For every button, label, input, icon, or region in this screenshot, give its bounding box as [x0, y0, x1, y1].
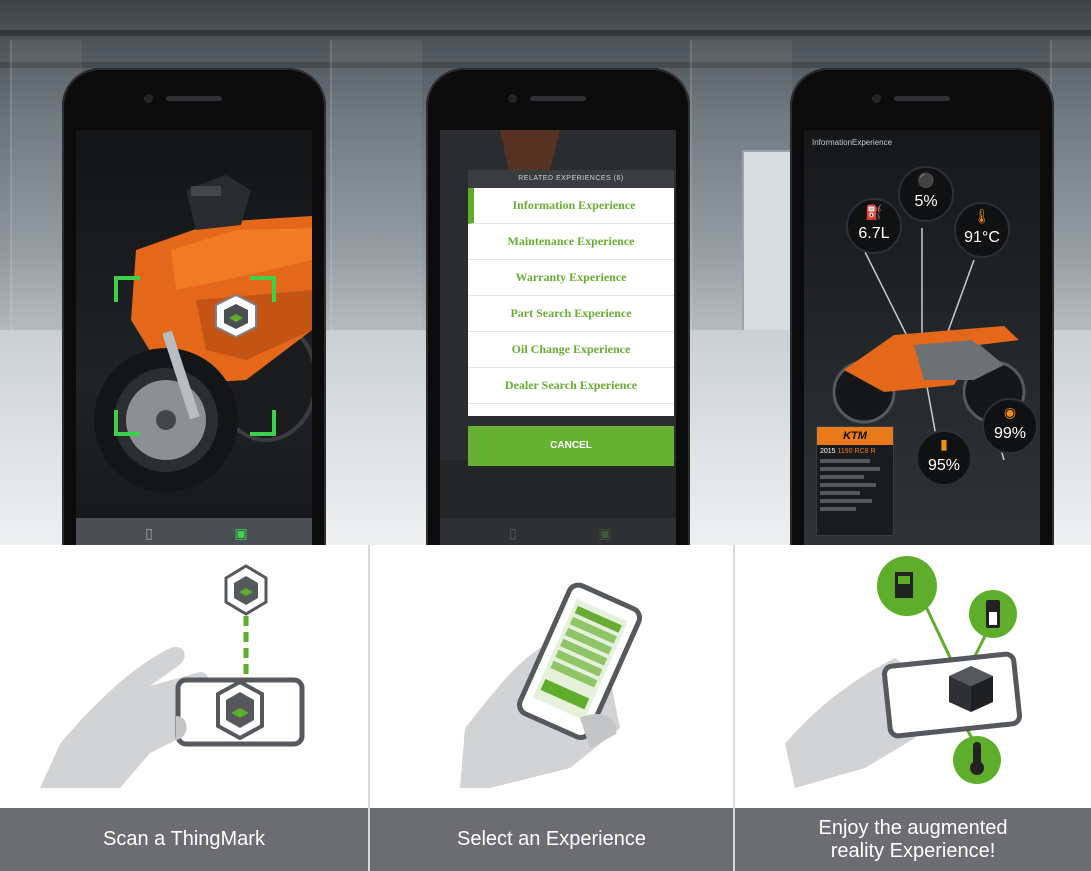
- thingmark-icon[interactable]: ▯: [140, 524, 158, 542]
- phone-camera: [872, 94, 881, 103]
- experience-item-part-search[interactable]: Part Search Experience: [468, 296, 674, 332]
- experience-item-oil-change[interactable]: Oil Change Experience: [468, 332, 674, 368]
- oil-can-icon: ⚫: [917, 172, 935, 188]
- model-heading: 2015 1190 RC8 R: [817, 445, 893, 455]
- wall-panel: [1050, 40, 1091, 340]
- fuel-pump-icon: ⛽: [865, 204, 883, 220]
- spec-line: [820, 467, 880, 471]
- model-name: 1190 RC8 R: [837, 448, 876, 455]
- spec-line: [820, 483, 876, 487]
- step-caption-select: Select an Experience: [370, 808, 733, 871]
- scan-bracket-bottom-left: [114, 410, 140, 436]
- battery-icon: ▮: [940, 436, 948, 452]
- model-info-card: KTM 2015 1190 RC8 R: [816, 426, 894, 536]
- model-year: 2015: [820, 448, 836, 455]
- motorcycle-image: [94, 175, 312, 492]
- fuel-value: 6.7L: [858, 225, 890, 242]
- dimmed-toolbar: ▯ ▣: [440, 518, 676, 545]
- scan-screen: ▯ ▣: [76, 130, 312, 545]
- brake-gauge: ◉ 99%: [982, 398, 1038, 454]
- hangar-door: [742, 150, 792, 334]
- phone-speaker: [166, 96, 222, 101]
- temperature-value: 91°C: [964, 229, 1000, 246]
- scan-bracket-bottom-right: [250, 410, 276, 436]
- select-screen: RELATED EXPERIENCES (6) Information Expe…: [440, 130, 676, 545]
- fuel-gauge: ⛽ 6.7L: [846, 198, 902, 254]
- cancel-button[interactable]: CANCEL: [468, 426, 674, 466]
- select-experience-illustration: [460, 582, 643, 788]
- experience-item-warranty[interactable]: Warranty Experience: [468, 260, 674, 296]
- scan-bracket-top-left: [114, 276, 140, 302]
- phone-camera: [144, 94, 153, 103]
- phone-speaker: [530, 96, 586, 101]
- showroom-scene: ▯ ▣ RELATED EXPERIENCES (6) Information …: [0, 0, 1091, 545]
- oil-gauge: ⚫ 5%: [898, 166, 954, 222]
- experience-list: Information Experience Maintenance Exper…: [468, 188, 674, 416]
- related-experiences-header: RELATED EXPERIENCES (6): [468, 170, 674, 188]
- spec-line: [820, 459, 870, 463]
- temperature-gauge: 🌡 91°C: [954, 202, 1010, 258]
- experience-item-maintenance[interactable]: Maintenance Experience: [468, 224, 674, 260]
- battery-value: 95%: [927, 457, 961, 474]
- spec-line: [820, 499, 872, 503]
- wall-panel: [330, 40, 422, 340]
- scan-icon: ▣: [598, 525, 612, 541]
- phone-information: InformationExperience ⛽ 6.7L ⚫ 5% 🌡 91°C…: [790, 68, 1054, 545]
- augmented-reality-promo: ▯ ▣ RELATED EXPERIENCES (6) Information …: [0, 0, 1091, 871]
- step-caption-enjoy: Enjoy the augmented reality Experience!: [735, 808, 1091, 871]
- scan-thingmark-illustration: [40, 564, 305, 788]
- brake-value: 99%: [993, 425, 1027, 442]
- battery-gauge: ▮ 95%: [916, 430, 972, 486]
- thermometer-icon: 🌡: [973, 208, 991, 224]
- experience-item-dealer-search[interactable]: Dealer Search Experience: [468, 368, 674, 404]
- oil-value: 5%: [914, 193, 938, 210]
- brand-logo: KTM: [817, 427, 893, 445]
- phone-speaker: [894, 96, 950, 101]
- thingmark-icon: ▯: [509, 525, 517, 541]
- step-caption-scan: Scan a ThingMark: [0, 808, 368, 871]
- information-screen: InformationExperience ⛽ 6.7L ⚫ 5% 🌡 91°C…: [804, 130, 1040, 545]
- augmented-reality-illustration: [785, 556, 1023, 788]
- scan-bracket-top-right: [250, 276, 276, 302]
- scan-toolbar: ▯ ▣: [76, 518, 312, 545]
- spec-line: [820, 507, 856, 511]
- brake-disc-icon: ◉: [1003, 404, 1017, 420]
- phone-scan: ▯ ▣: [62, 68, 326, 545]
- experience-item-information[interactable]: Information Experience: [468, 188, 674, 224]
- ceiling-beam: [0, 30, 1091, 36]
- spec-line: [820, 475, 864, 479]
- phone-camera: [508, 94, 517, 103]
- spec-line: [820, 491, 860, 495]
- phone-select: RELATED EXPERIENCES (6) Information Expe…: [426, 68, 690, 545]
- scan-icon[interactable]: ▣: [232, 524, 250, 542]
